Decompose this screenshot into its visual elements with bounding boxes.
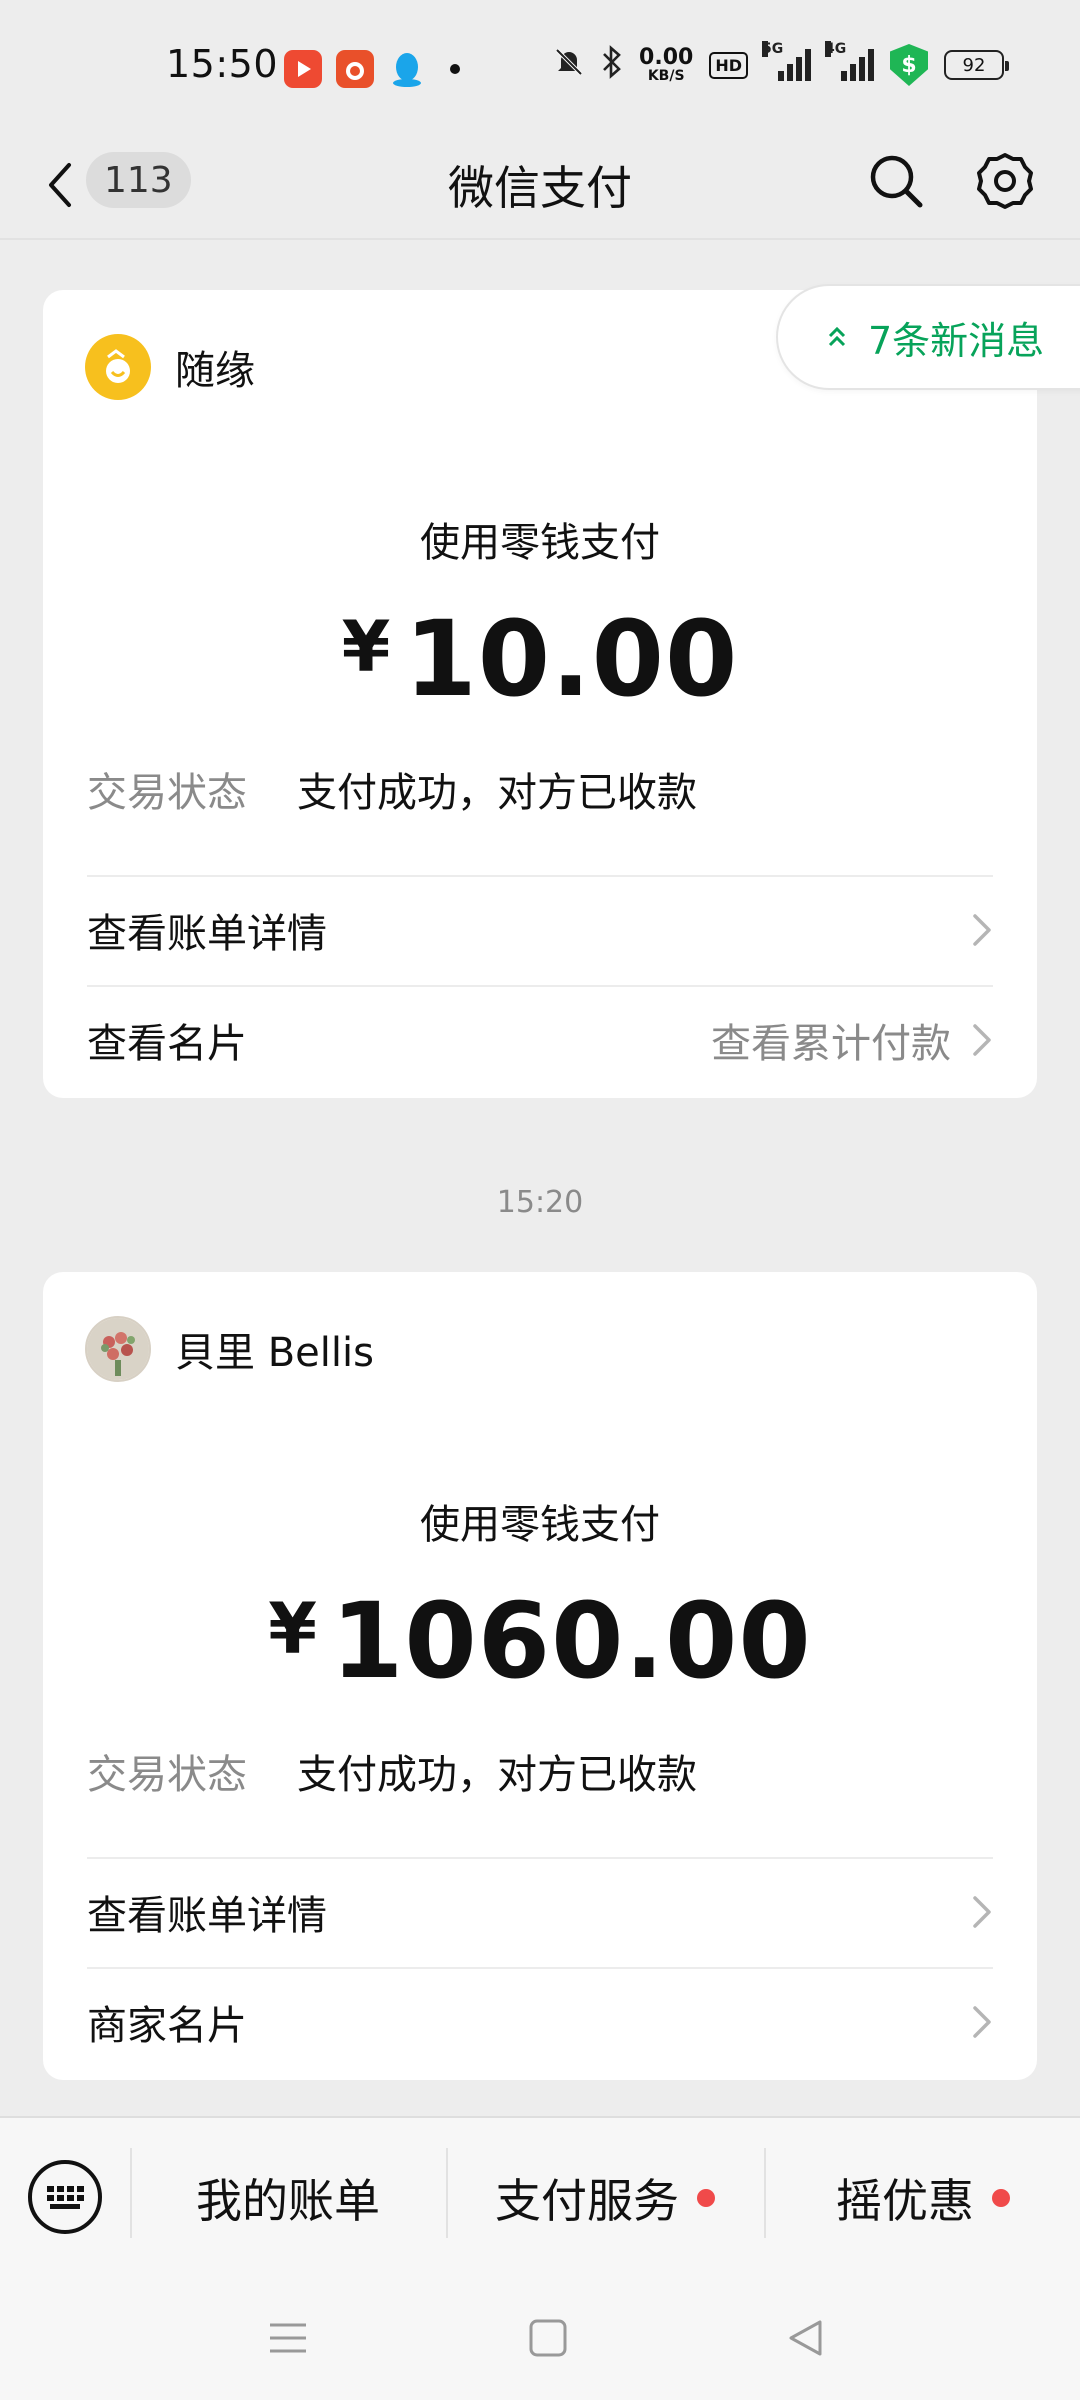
system-nav-bar [0, 2276, 1080, 2400]
merchant-name: 随缘 [175, 348, 255, 394]
hd-voice-badge: HD [709, 51, 748, 79]
currency-symbol: ¥ [341, 606, 391, 688]
new-messages-label: 7条新消息 [868, 318, 1045, 363]
header-divider [0, 238, 1080, 240]
status-indicators: 0.00 KB/S HD 5G 4G $ 92 [553, 41, 1009, 86]
bottom-menu-bar: 我的账单 支付服务 摇优惠 [0, 2116, 1080, 2276]
payment-amount: ¥ 1060.00 [43, 1580, 1037, 1702]
merchant-header[interactable]: 貝里 Bellis [85, 1316, 374, 1382]
battery-indicator: 92 [944, 50, 1009, 80]
card-divider [87, 875, 993, 877]
notification-dot [697, 2189, 715, 2207]
tab-payment-services[interactable]: 支付服务 [448, 2118, 762, 2278]
smile-bag-icon [106, 349, 130, 383]
merchant-name: 貝里 Bellis [175, 1330, 374, 1376]
status-value: 支付成功，对方已收款 [297, 770, 697, 816]
status-time: 15:50 [166, 42, 279, 86]
more-notifications-dot [450, 64, 460, 74]
new-messages-button[interactable]: 7条新消息 [776, 284, 1080, 390]
mute-bell-icon [553, 46, 585, 84]
signal-4g-icon: 4G [825, 41, 874, 81]
payment-method: 使用零钱支付 [420, 1502, 660, 1548]
square-home-icon [529, 2319, 567, 2357]
view-card-row[interactable]: 查看名片 查看累计付款 [87, 990, 997, 1090]
chevron-right-icon [969, 1020, 997, 1060]
view-bill-details-row[interactable]: 查看账单详情 [87, 1862, 997, 1962]
status-app-icons [284, 50, 460, 88]
security-shield-icon: $ [890, 44, 928, 86]
payment-card: 貝里 Bellis 使用零钱支付 ¥ 1060.00 交易状态 支付成功，对方已… [43, 1272, 1037, 2080]
signal-5g-label: 5G [762, 41, 784, 57]
tab-label: 摇优惠 [836, 2174, 974, 2228]
payment-method: 使用零钱支付 [420, 520, 660, 566]
currency-symbol: ¥ [268, 1588, 318, 1670]
gear-icon [977, 153, 1033, 209]
card-divider [87, 985, 993, 987]
back-nav-button[interactable] [776, 2308, 836, 2368]
status-value: 支付成功，对方已收款 [297, 1752, 697, 1798]
view-bill-details-row[interactable]: 查看账单详情 [87, 880, 997, 980]
network-speed-unit: KB/S [647, 68, 685, 84]
search-button[interactable] [866, 146, 926, 216]
shopping-app-icon [336, 50, 374, 88]
tab-my-bills[interactable]: 我的账单 [132, 2118, 444, 2278]
bluetooth-icon [601, 45, 623, 85]
transaction-status: 交易状态 支付成功，对方已收款 [87, 1742, 697, 1800]
cumulative-payment-link[interactable]: 查看累计付款 [711, 1011, 951, 1069]
chevron-right-icon [969, 910, 997, 950]
merchant-card-row[interactable]: 商家名片 [87, 1972, 997, 2072]
status-label: 交易状态 [87, 1752, 247, 1798]
message-timestamp: 15:20 [496, 1185, 584, 1220]
row-label: 查看账单详情 [87, 1893, 327, 1939]
signal-4g-label: 4G [825, 41, 847, 57]
status-bar: 15:50 0.00 KB/S HD 5G 4G $ 92 [0, 0, 1080, 130]
row-label: 商家名片 [87, 2003, 247, 2049]
merchant-avatar [85, 1316, 151, 1382]
menu-nav-button[interactable] [258, 2308, 318, 2368]
card-divider [87, 1967, 993, 1969]
payment-card: 随缘 使用零钱支付 ¥ 10.00 交易状态 支付成功，对方已收款 查看账单详情… [43, 290, 1037, 1098]
chevron-right-icon [969, 2002, 997, 2042]
tab-label: 支付服务 [495, 2174, 679, 2228]
page-header: 113 微信支付 [0, 130, 1080, 240]
settings-button[interactable] [972, 146, 1038, 216]
menu-lines-icon [270, 2323, 306, 2353]
signal-5g-icon: 5G [762, 41, 811, 81]
keyboard-icon [46, 2185, 84, 2209]
chevron-right-icon [969, 1892, 997, 1932]
network-speed-value: 0.00 [639, 45, 694, 70]
home-nav-button[interactable] [518, 2308, 578, 2368]
video-app-icon [284, 50, 322, 88]
tab-label: 我的账单 [196, 2174, 380, 2228]
row-label: 查看账单详情 [87, 911, 327, 957]
triangle-back-icon [789, 2320, 822, 2356]
double-chevron-up-icon [828, 326, 846, 347]
transaction-status: 交易状态 支付成功，对方已收款 [87, 760, 697, 818]
row-label: 查看名片 [87, 1021, 247, 1067]
merchant-header[interactable]: 随缘 [85, 334, 255, 400]
flower-bouquet-icon [87, 1318, 149, 1380]
keyboard-toggle-button[interactable] [28, 2160, 102, 2234]
tab-shake-discounts[interactable]: 摇优惠 [766, 2118, 1080, 2278]
qq-penguin-icon [388, 50, 426, 88]
amount-value: 10.00 [404, 598, 739, 720]
search-icon [870, 155, 923, 208]
network-speed: 0.00 KB/S [639, 45, 694, 84]
amount-value: 1060.00 [331, 1580, 812, 1702]
card-divider [87, 1857, 993, 1859]
notification-dot [992, 2189, 1010, 2207]
merchant-avatar [85, 334, 151, 400]
status-label: 交易状态 [87, 770, 247, 816]
payment-amount: ¥ 10.00 [43, 598, 1037, 720]
